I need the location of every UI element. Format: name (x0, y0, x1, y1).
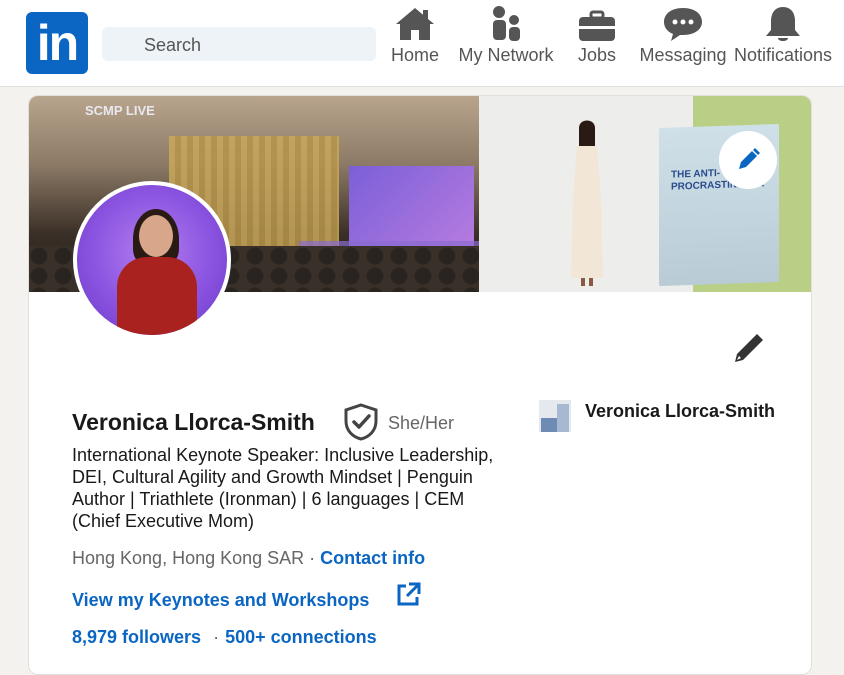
home-icon (367, 4, 463, 44)
company-name: Veronica Llorca-Smith (585, 401, 776, 421)
bell-icon (731, 4, 835, 44)
profile-headline: International Keynote Speaker: Inclusive… (72, 445, 494, 531)
profile-avatar[interactable] (73, 181, 231, 339)
contact-info-link[interactable]: Contact info (320, 548, 425, 568)
nav-jobs[interactable]: Jobs (549, 4, 645, 66)
edit-intro-button[interactable] (729, 328, 769, 368)
banner-book-photo: THE ANTI-PROCRASTINATOR (479, 96, 811, 292)
search-input[interactable] (142, 27, 366, 63)
venue-sign: SCMP LIVE (85, 103, 155, 118)
profile-stats: 8,979 followers · 500+ connections (72, 626, 377, 648)
nav-home[interactable]: Home (367, 4, 463, 66)
profile-pronouns: She/Her (388, 413, 455, 433)
stats-separator: · (213, 627, 220, 647)
company-logo-icon (539, 400, 571, 432)
connections-link[interactable]: 500+ connections (225, 627, 377, 647)
nav-messaging-label: Messaging (639, 45, 727, 65)
featured-website-link[interactable]: View my Keynotes and Workshops (72, 589, 369, 611)
external-link-icon[interactable] (395, 582, 421, 613)
profile-card: SCMP LIVE THE ANTI-PROCRASTINATOR Veroni… (28, 95, 812, 675)
nav-my-network-label: My Network (458, 45, 554, 65)
pencil-icon (739, 148, 760, 169)
location-separator: · (304, 548, 321, 568)
followers-link[interactable]: 8,979 followers (72, 627, 201, 647)
speaker-figure (571, 120, 603, 286)
edit-banner-button[interactable] (719, 131, 777, 189)
nav-my-network[interactable]: My Network (458, 4, 554, 66)
search-box[interactable] (102, 27, 376, 63)
linkedin-logo[interactable]: in (26, 12, 88, 74)
profile-location: Hong Kong, Hong Kong SAR (72, 548, 305, 568)
nav-notifications-label: Notifications (733, 45, 833, 65)
briefcase-icon (549, 4, 645, 44)
location-line: Hong Kong, Hong Kong SAR · Contact info (72, 547, 425, 569)
verified-shield-icon[interactable] (343, 403, 379, 446)
nav-jobs-label: Jobs (577, 45, 617, 65)
nav-notifications[interactable]: Notifications (731, 4, 835, 66)
pencil-icon (735, 334, 763, 362)
top-nav: in Home My Network (0, 0, 844, 87)
network-icon (458, 4, 554, 44)
messaging-icon (635, 4, 731, 44)
nav-messaging[interactable]: Messaging (635, 4, 731, 66)
nav-home-label: Home (390, 45, 439, 65)
profile-name: Veronica Llorca-Smith (72, 409, 315, 435)
